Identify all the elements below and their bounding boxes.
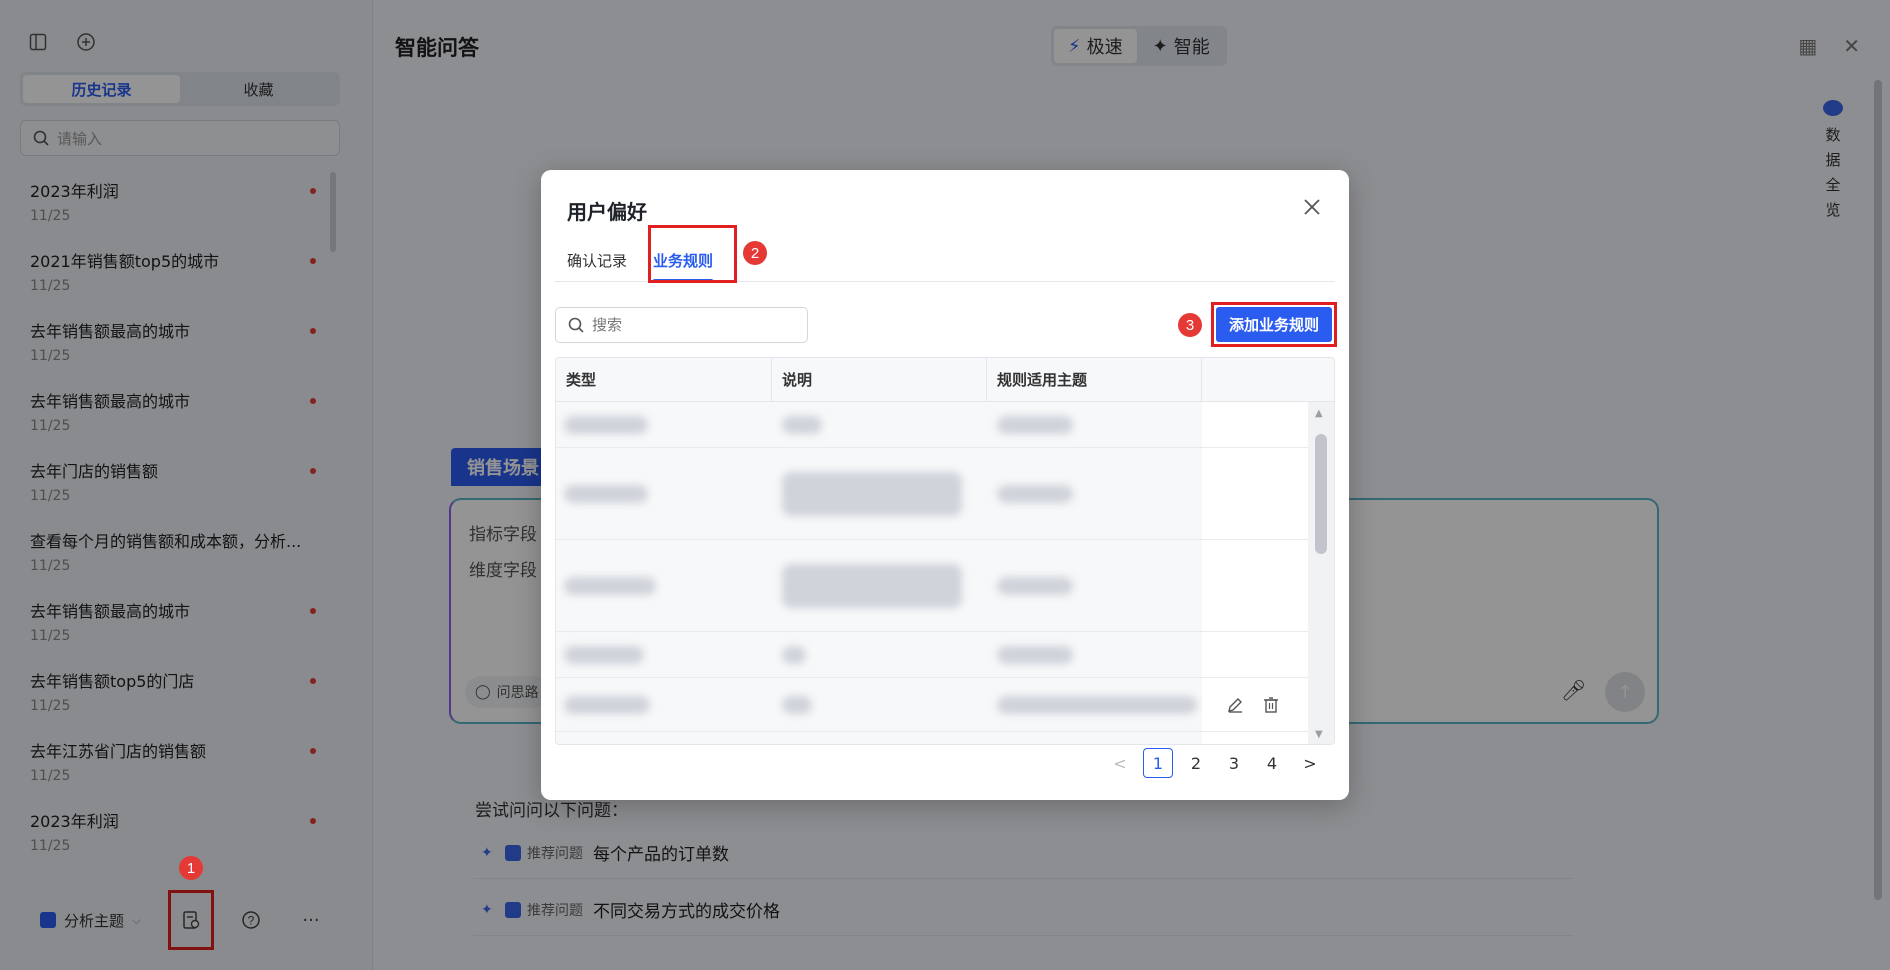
prev-page-button[interactable]: < <box>1105 748 1135 778</box>
step-marker: 1 <box>179 856 203 880</box>
scroll-down-icon[interactable]: ▼ <box>1315 729 1323 740</box>
step-marker: 2 <box>743 241 767 265</box>
blurred-cell <box>782 415 822 434</box>
close-icon <box>1304 199 1320 215</box>
column-header-topic: 规则适用主题 <box>987 358 1202 402</box>
blurred-cell <box>564 695 650 714</box>
trash-icon[interactable] <box>1262 696 1280 714</box>
column-header-description: 说明 <box>772 358 987 402</box>
table-row[interactable] <box>556 632 1308 678</box>
blurred-cell <box>997 645 1073 664</box>
blurred-cell <box>564 576 656 595</box>
step-marker: 3 <box>1178 313 1202 337</box>
next-page-button[interactable]: > <box>1295 748 1325 778</box>
blurred-cell <box>782 695 812 714</box>
column-header-actions <box>1202 358 1334 402</box>
blurred-cell <box>564 415 648 434</box>
search-icon <box>568 317 584 333</box>
blurred-cell <box>564 484 648 503</box>
rule-search[interactable] <box>555 307 808 343</box>
page-button[interactable]: 1 <box>1143 748 1173 778</box>
column-header-type: 类型 <box>556 358 772 402</box>
page-button[interactable]: 3 <box>1219 748 1249 778</box>
scroll-up-icon[interactable]: ▲ <box>1315 408 1323 419</box>
blurred-cell <box>997 415 1073 434</box>
edit-icon[interactable] <box>1226 696 1244 714</box>
table-row[interactable] <box>556 402 1308 448</box>
table-row[interactable] <box>556 448 1308 540</box>
highlight-box <box>648 225 737 283</box>
page-button[interactable]: 2 <box>1181 748 1211 778</box>
pagination: < 1 2 3 4 > <box>1105 748 1325 778</box>
scroll-thumb[interactable] <box>1315 434 1327 554</box>
table-row[interactable] <box>556 678 1308 732</box>
blurred-cell <box>997 695 1197 714</box>
blurred-cell <box>782 563 962 608</box>
rule-search-input[interactable] <box>592 316 792 334</box>
blurred-cell <box>782 471 962 516</box>
tab-confirm-records[interactable]: 确认记录 <box>567 242 627 282</box>
table-scrollbar[interactable]: ▲ ▼ <box>1308 402 1334 744</box>
user-preference-dialog: 用户偏好 确认记录 业务规则 2 3 添加业务规则 类型 说明 规则适用主题 <box>541 170 1349 800</box>
blurred-cell <box>997 484 1073 503</box>
dialog-title: 用户偏好 <box>567 200 647 224</box>
table-row[interactable] <box>556 540 1308 632</box>
page-button[interactable]: 4 <box>1257 748 1287 778</box>
close-button[interactable] <box>1299 194 1325 220</box>
rules-table: 类型 说明 规则适用主题 ▲ ▼ <box>555 357 1335 745</box>
row-actions <box>1226 696 1280 714</box>
app: 历史记录 收藏 请输入 2023年利润 11/25 2021年销售额top5的城市… <box>0 0 1890 970</box>
blurred-cell <box>997 576 1073 595</box>
blurred-cell <box>564 645 644 664</box>
add-business-rule-button[interactable]: 添加业务规则 <box>1216 307 1332 342</box>
blurred-cell <box>782 645 806 664</box>
